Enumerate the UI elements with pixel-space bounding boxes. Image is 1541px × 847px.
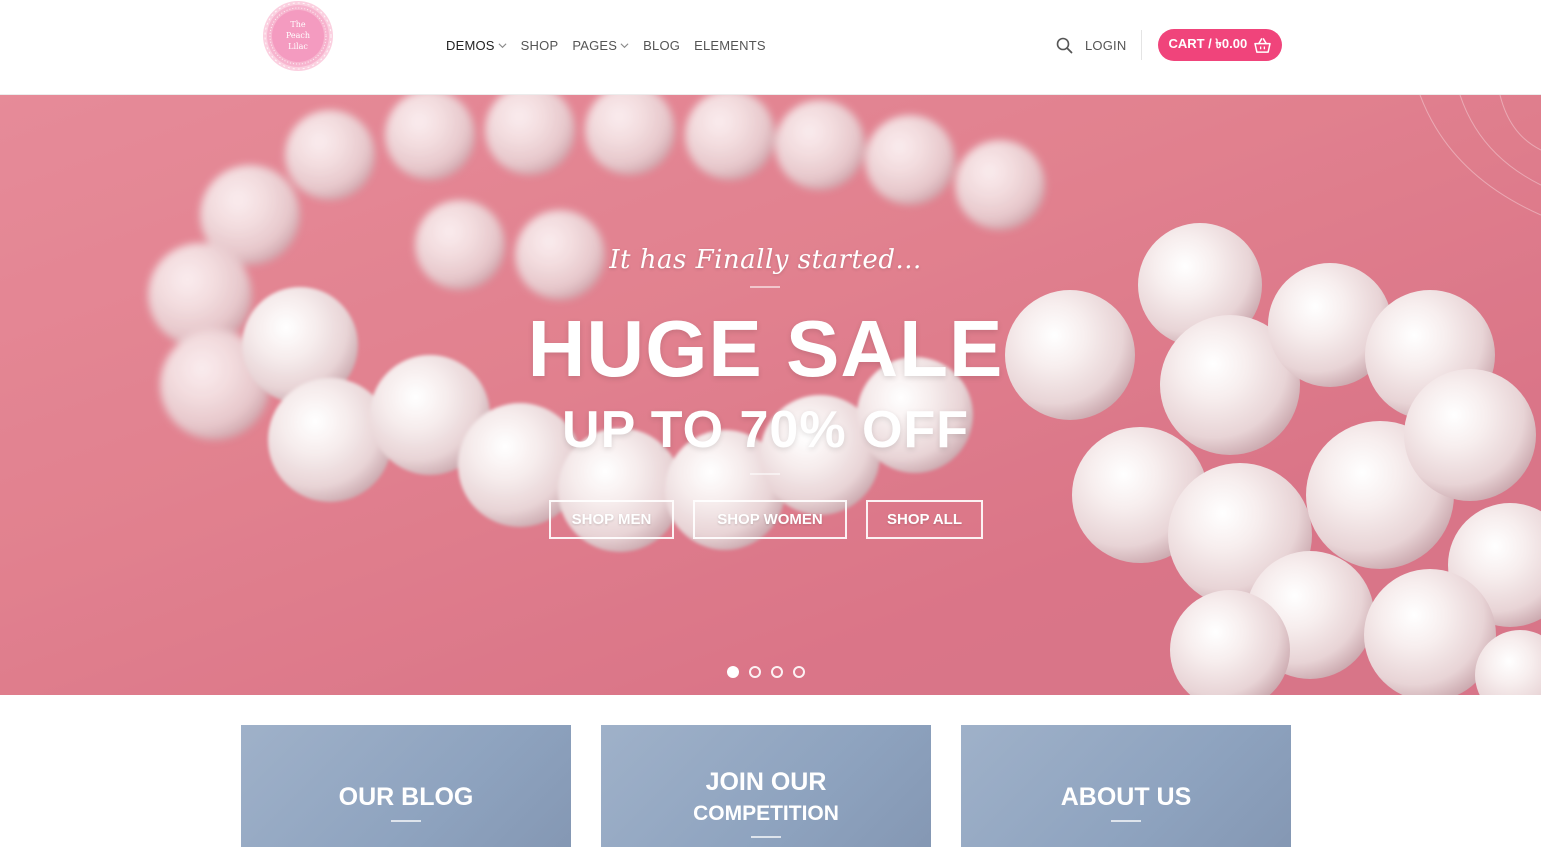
hero-divider — [750, 286, 780, 288]
slider-dot[interactable] — [793, 666, 805, 678]
header-actions: LOGIN CART / ৳0.00 — [1054, 29, 1283, 61]
hero-headline: HUGE SALE — [527, 304, 1004, 393]
nav-item-pages[interactable]: PAGES — [572, 38, 629, 53]
site-header: The Peach Lilac DEMOS SHOP PAGES BLOG EL… — [0, 0, 1541, 95]
feature-box-title: OUR BLOG — [338, 783, 474, 811]
nav-item-label: BLOG — [643, 37, 681, 53]
hero-divider — [750, 473, 780, 475]
main-nav: DEMOS SHOP PAGES BLOG ELEMENTS — [446, 36, 780, 54]
logo-text-1: The — [290, 20, 305, 29]
slider-dots — [727, 666, 815, 678]
shop-all-button[interactable]: SHOP ALL — [866, 500, 983, 539]
nav-item-elements[interactable]: ELEMENTS — [694, 38, 766, 53]
hero-subline: UP TO 70% OFF — [562, 401, 969, 459]
search-icon[interactable] — [1054, 35, 1074, 55]
feature-box-divider — [751, 836, 781, 838]
nav-item-blog[interactable]: BLOG — [643, 38, 680, 53]
chevron-down-icon — [498, 42, 507, 48]
nav-item-demos[interactable]: DEMOS — [446, 38, 507, 53]
feature-box-about[interactable]: ABOUT US — [961, 725, 1291, 847]
basket-icon — [1254, 37, 1271, 53]
feature-box-competition[interactable]: JOIN OUR COMPETITION — [601, 725, 931, 847]
feature-box-title: JOIN OUR — [705, 768, 827, 796]
slider-dot[interactable] — [771, 666, 783, 678]
nav-item-label: ELEMENTS — [694, 37, 766, 53]
hero-kicker: It has Finally started... — [609, 245, 922, 275]
logo-text-3: Lilac — [288, 42, 308, 51]
slider-dot[interactable] — [727, 666, 739, 678]
shop-women-button[interactable]: SHOP WOMEN — [693, 500, 847, 539]
feature-box-title: ABOUT US — [1060, 783, 1192, 811]
feature-box-divider — [1111, 820, 1141, 822]
nav-item-label: SHOP — [520, 37, 559, 53]
chevron-down-icon — [620, 42, 629, 48]
feature-box-subtitle: COMPETITION — [693, 802, 839, 825]
feature-box-divider — [391, 820, 421, 822]
slider-dot[interactable] — [749, 666, 761, 678]
nav-item-label: DEMOS — [446, 37, 495, 53]
nav-item-shop[interactable]: SHOP — [521, 38, 559, 53]
feature-box-blog[interactable]: OUR BLOG — [241, 725, 571, 847]
hero-content: It has Finally started... HUGE SALE UP T… — [0, 95, 1541, 695]
shop-men-button[interactable]: SHOP MEN — [549, 500, 674, 539]
cart-label: CART / ৳0.00 — [1168, 35, 1248, 51]
site-logo[interactable]: The Peach Lilac — [260, 0, 336, 72]
header-divider — [1141, 30, 1143, 60]
hero-slider: It has Finally started... HUGE SALE UP T… — [0, 95, 1541, 695]
nav-item-label: PAGES — [572, 37, 618, 53]
cart-button[interactable]: CART / ৳0.00 — [1158, 29, 1283, 61]
logo-text-2: Peach — [286, 31, 310, 40]
login-link[interactable]: LOGIN — [1085, 38, 1126, 53]
